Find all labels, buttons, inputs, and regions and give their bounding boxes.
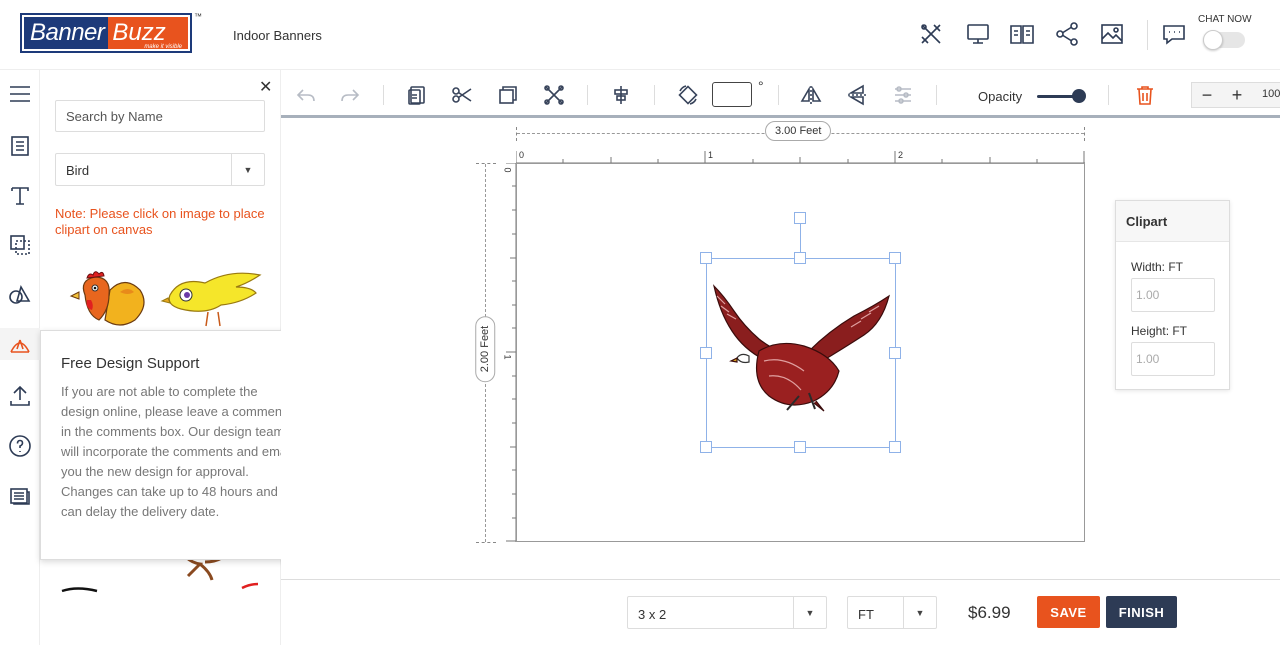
size-select[interactable]: 3 x 2 ▼ — [627, 596, 827, 629]
rotate-handle[interactable] — [794, 212, 806, 224]
popup-title: Free Design Support — [61, 355, 200, 372]
hamburger-icon[interactable] — [4, 78, 36, 110]
flip-vertical-icon[interactable] — [844, 82, 870, 108]
bannerbuzz-logo[interactable]: Banner Buzz make it visible — [20, 13, 192, 53]
logo-tagline: make it visible — [144, 44, 182, 50]
clipart-partial-2[interactable] — [240, 582, 260, 590]
degree-symbol: ° — [758, 78, 764, 94]
top-ruler — [516, 151, 1085, 163]
document-icon[interactable] — [4, 130, 36, 162]
chevron-down-icon: ▼ — [903, 597, 936, 628]
resize-handle-e[interactable] — [889, 347, 901, 359]
height-field-label: Height: FT — [1131, 324, 1188, 338]
zoom-value: 100 — [1262, 88, 1280, 100]
upload-icon[interactable] — [4, 380, 36, 412]
copy-icon[interactable] — [495, 82, 521, 108]
comments-icon[interactable] — [4, 480, 36, 512]
save-button[interactable]: SAVE — [1037, 596, 1100, 628]
clipart-properties-panel: Clipart Width: FT Height: FT — [1115, 200, 1230, 390]
monitor-icon[interactable] — [964, 20, 992, 48]
share-icon[interactable] — [1053, 20, 1081, 48]
help-icon[interactable] — [4, 430, 36, 462]
width-field-label: Width: FT — [1131, 260, 1184, 274]
popup-body: If you are not able to complete the desi… — [61, 384, 293, 519]
chevron-down-icon: ▼ — [793, 597, 826, 628]
left-ruler — [506, 163, 516, 542]
layers-icon[interactable] — [4, 229, 36, 261]
chat-now-label: CHAT NOW — [1198, 14, 1252, 25]
sidebar — [0, 70, 40, 645]
editor-toolbar: ° Opacity − + 100 — [281, 70, 1280, 118]
height-input[interactable] — [1131, 342, 1215, 376]
trash-icon[interactable] — [1132, 82, 1158, 108]
category-select[interactable]: Bird ▼ — [55, 153, 265, 186]
book-icon[interactable] — [1008, 20, 1036, 48]
top-tick-label: 1 — [708, 150, 714, 160]
clipart-note: Note: Please click on image to place cli… — [55, 206, 265, 237]
zoom-in-button[interactable]: + — [1225, 85, 1249, 105]
chevron-down-icon: ▼ — [231, 154, 264, 185]
paste-icon[interactable] — [404, 82, 430, 108]
zoom-control: − + 100 — [1191, 82, 1280, 108]
yellow-bird-clipart[interactable] — [160, 270, 265, 332]
top-tick-label: 2 — [898, 150, 904, 160]
resize-handle-nw[interactable] — [700, 252, 712, 264]
logo-trademark: ™ — [194, 12, 202, 21]
resize-handle-se[interactable] — [889, 441, 901, 453]
image-icon[interactable] — [1098, 20, 1126, 48]
opacity-label: Opacity — [978, 89, 1023, 104]
clipart-properties-title: Clipart — [1116, 201, 1229, 242]
rotation-angle-input[interactable] — [712, 82, 752, 107]
crop-icon[interactable] — [541, 82, 567, 108]
free-design-support-popup: ✕ Free Design Support If you are not abl… — [40, 330, 310, 560]
cut-icon[interactable] — [449, 82, 475, 108]
bottom-bar: 3 x 2 ▼ FT ▼ $6.99 SAVE FINISH — [281, 579, 1280, 645]
height-label: 2.00 Feet — [475, 315, 496, 383]
undo-icon[interactable] — [293, 82, 319, 108]
left-tick-label: 1 — [502, 354, 513, 360]
opacity-slider-handle[interactable] — [1072, 89, 1086, 103]
zoom-out-button[interactable]: − — [1195, 85, 1219, 105]
resize-handle-sw[interactable] — [700, 441, 712, 453]
text-icon[interactable] — [4, 180, 36, 212]
resize-handle-n[interactable] — [794, 252, 806, 264]
resize-handle-w[interactable] — [700, 347, 712, 359]
width-input[interactable] — [1131, 278, 1215, 312]
flip-horizontal-icon[interactable] — [798, 82, 824, 108]
unit-select[interactable]: FT ▼ — [847, 596, 937, 629]
left-tick-label: 0 — [502, 167, 513, 173]
width-label: 3.00 Feet — [765, 121, 832, 141]
header-divider — [1147, 20, 1148, 50]
resize-handle-s[interactable] — [794, 441, 806, 453]
search-input[interactable] — [55, 100, 265, 132]
clipart-icon[interactable] — [0, 328, 40, 360]
shapes-icon[interactable] — [4, 279, 36, 311]
rotate-icon[interactable] — [675, 82, 701, 108]
chat-icon[interactable] — [1160, 20, 1188, 48]
align-center-icon[interactable] — [608, 82, 634, 108]
tools-icon[interactable] — [917, 20, 945, 48]
chat-toggle[interactable] — [1203, 30, 1245, 50]
logo-text-banner: Banner — [30, 19, 105, 46]
price: $6.99 — [968, 603, 1011, 622]
rooster-clipart[interactable] — [65, 270, 150, 330]
resize-handle-ne[interactable] — [889, 252, 901, 264]
selection-box[interactable] — [706, 258, 896, 448]
finish-button[interactable]: FINISH — [1106, 596, 1177, 628]
redo-icon[interactable] — [337, 82, 363, 108]
adjust-icon[interactable] — [890, 82, 916, 108]
page-title: Indoor Banners — [233, 28, 322, 43]
header: Banner Buzz make it visible ™ Indoor Ban… — [0, 0, 1280, 70]
top-tick-label: 0 — [519, 150, 525, 160]
close-icon[interactable]: ✕ — [259, 77, 272, 97]
clipart-partial-1[interactable] — [60, 585, 100, 593]
